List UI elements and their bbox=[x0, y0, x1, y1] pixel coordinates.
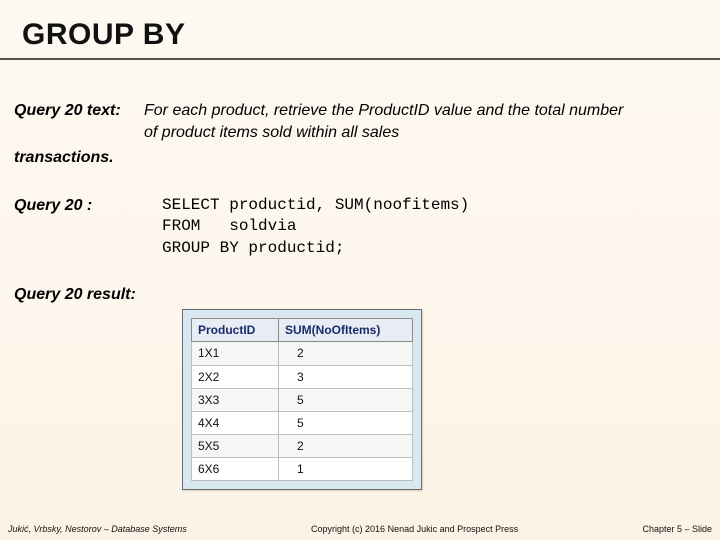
sql-line-2: FROM soldvia bbox=[162, 217, 296, 235]
cell-sum: 3 bbox=[279, 365, 413, 388]
cell-productid: 2X2 bbox=[192, 365, 279, 388]
col-sum: SUM(NoOfItems) bbox=[279, 319, 413, 342]
query-text-label: Query 20 text: bbox=[14, 100, 144, 122]
query-text-part1: For each product, retrieve the ProductID… bbox=[144, 102, 623, 119]
cell-sum: 1 bbox=[279, 458, 413, 481]
table-row: 6X6 1 bbox=[192, 458, 413, 481]
cell-sum: 5 bbox=[279, 411, 413, 434]
query-sql-row: Query 20 : SELECT productid, SUM(noofite… bbox=[14, 195, 706, 260]
transactions-label: transactions. bbox=[14, 147, 706, 169]
table-row: 4X4 5 bbox=[192, 411, 413, 434]
query-text-part2: of product items sold within all sales bbox=[144, 124, 399, 141]
query-label: Query 20 : bbox=[14, 195, 162, 217]
sql-block: SELECT productid, SUM(noofitems) FROM so… bbox=[162, 195, 469, 260]
sql-line-1: SELECT productid, SUM(noofitems) bbox=[162, 196, 469, 214]
col-productid: ProductID bbox=[192, 319, 279, 342]
table-header-row: ProductID SUM(NoOfItems) bbox=[192, 319, 413, 342]
footer-left: Jukić, Vrbsky, Nestorov – Database Syste… bbox=[8, 524, 187, 534]
table-row: 5X5 2 bbox=[192, 435, 413, 458]
slide-title: GROUP BY bbox=[22, 18, 704, 52]
cell-sum: 2 bbox=[279, 342, 413, 365]
result-table: ProductID SUM(NoOfItems) 1X1 2 2X2 3 3X3 bbox=[191, 318, 413, 481]
footer-center: Copyright (c) 2016 Nenad Jukic and Prosp… bbox=[187, 524, 643, 534]
cell-productid: 6X6 bbox=[192, 458, 279, 481]
query-text-body: For each product, retrieve the ProductID… bbox=[144, 100, 706, 143]
content-area: Query 20 text: For each product, retriev… bbox=[0, 60, 720, 490]
result-table-container: ProductID SUM(NoOfItems) 1X1 2 2X2 3 3X3 bbox=[182, 309, 422, 490]
cell-sum: 5 bbox=[279, 388, 413, 411]
query-text-row: Query 20 text: For each product, retriev… bbox=[14, 100, 706, 143]
table-row: 3X3 5 bbox=[192, 388, 413, 411]
result-label: Query 20 result: bbox=[14, 284, 706, 306]
footer: Jukić, Vrbsky, Nestorov – Database Syste… bbox=[0, 524, 720, 534]
cell-sum: 2 bbox=[279, 435, 413, 458]
table-row: 2X2 3 bbox=[192, 365, 413, 388]
footer-right: Chapter 5 – Slide bbox=[642, 524, 712, 534]
table-row: 1X1 2 bbox=[192, 342, 413, 365]
cell-productid: 1X1 bbox=[192, 342, 279, 365]
sql-line-3: GROUP BY productid; bbox=[162, 239, 344, 257]
cell-productid: 4X4 bbox=[192, 411, 279, 434]
cell-productid: 5X5 bbox=[192, 435, 279, 458]
slide: GROUP BY Query 20 text: For each product… bbox=[0, 0, 720, 540]
title-area: GROUP BY bbox=[0, 18, 720, 56]
cell-productid: 3X3 bbox=[192, 388, 279, 411]
